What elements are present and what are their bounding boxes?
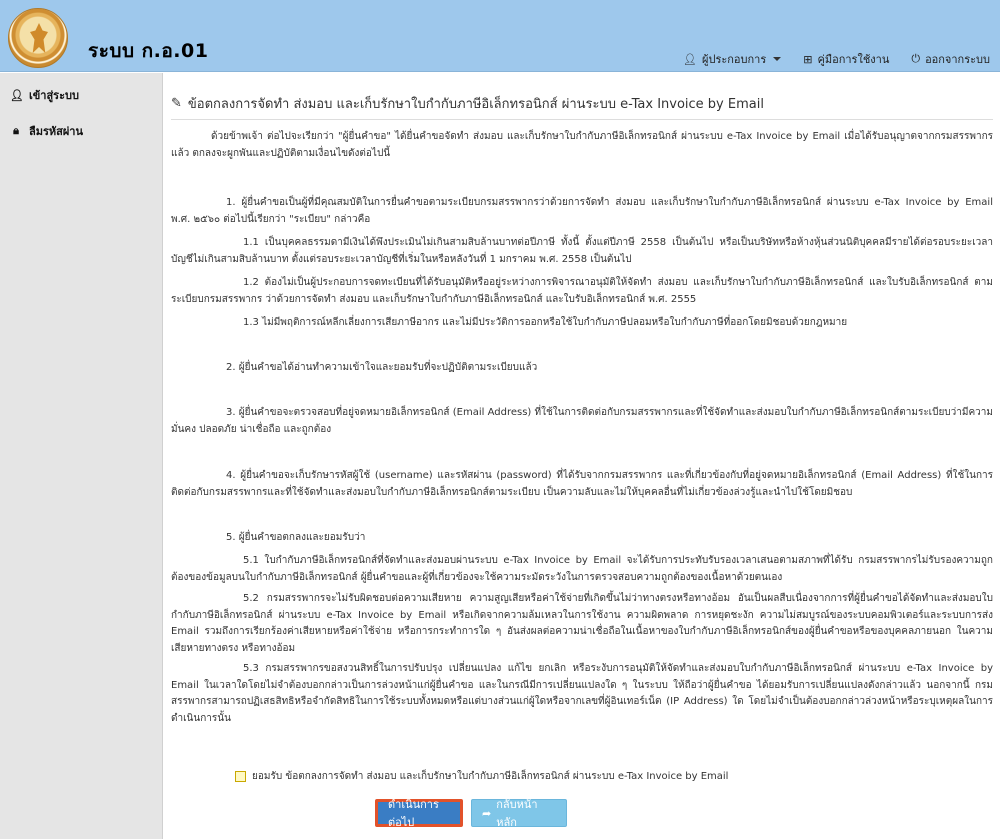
terms-paragraph-5-1: 5.1 ใบกำกับภาษีอิเล็กทรอนิกส์ที่จัดทำและ… (171, 555, 993, 583)
terms-paragraph-5-3: 5.3 กรมสรรพากรขอสงวนสิทธิ์ในการปรับปรุง … (171, 663, 993, 724)
sidebar-item-forgot-password[interactable]: 🔒︎ ลืมรหัสผ่าน (0, 113, 162, 149)
main-content: ✎ ข้อตกลงการจัดทำ ส่งมอบ และเก็บรักษาใบก… (163, 73, 1000, 839)
lock-icon: 🔒︎ (13, 124, 19, 137)
back-to-home-button[interactable]: ➦ กลับหน้าหลัก (471, 798, 567, 829)
header-nav: 👤︎ ผู้ประกอบการ ⊞ คู่มือการใช้งาน ⏻ ออกจ… (683, 50, 990, 68)
manual-link[interactable]: ⊞ คู่มือการใช้งาน (803, 50, 889, 68)
logout-link[interactable]: ⏻ ออกจากระบบ (911, 50, 990, 68)
revenue-department-logo (8, 8, 68, 68)
plus-square-icon: ⊞ (803, 52, 813, 66)
terms-paragraph-intro: ด้วยข้าพเจ้า ต่อไปจะเรียกว่า "ผู้ยื่นคำข… (171, 131, 993, 159)
continue-button[interactable]: ดำเนินการต่อไป (375, 798, 463, 829)
accept-terms-row: ยอมรับ ข้อตกลงการจัดทำ ส่งมอบ และเก็บรัก… (235, 769, 728, 784)
continue-button-label: ดำเนินการต่อไป (388, 798, 439, 829)
page-title: ✎ ข้อตกลงการจัดทำ ส่งมอบ และเก็บรักษาใบก… (171, 93, 764, 114)
user-icon: 👤︎ (10, 88, 24, 102)
terms-paragraph-5-2: 5.2 กรมสรรพากรจะไม่รับผิดชอบต่อความเสียห… (171, 593, 993, 654)
logout-link-label: ออกจากระบบ (925, 53, 990, 66)
app-title: ระบบ ก.อ.01 (88, 40, 209, 62)
terms-paragraph-1-2: 1.2 ต้องไม่เป็นผู้ประกอบการจดทะเบียนที่ไ… (171, 277, 993, 305)
terms-paragraph-2: 2. ผู้ยื่นคำขอได้อ่านทำความเข้าใจและยอมร… (226, 362, 538, 373)
sidebar-item-label: เข้าสู่ระบบ (29, 89, 79, 102)
caret-down-icon (773, 57, 782, 61)
terms-paragraph-5: 5. ผู้ยื่นคำขอตกลงและยอมรับว่า (226, 532, 366, 543)
terms-paragraph-4: 4. ผู้ยื่นคำขอจะเก็บรักษารหัสผู้ใช้ (use… (171, 470, 993, 498)
terms-paragraph-1: 1. ผู้ยื่นคำขอเป็นผู้ที่มีคุณสมบัติในการ… (171, 197, 993, 225)
terms-paragraph-1-3: 1.3 ไม่มีพฤติการณ์หลีกเลี่ยงการเสียภาษีอ… (243, 317, 848, 328)
page-title-text: ข้อตกลงการจัดทำ ส่งมอบ และเก็บรักษาใบกำก… (187, 97, 764, 112)
sidebar: 👤︎ เข้าสู่ระบบ 🔒︎ ลืมรหัสผ่าน (0, 73, 163, 839)
terms-paragraph-3: 3. ผู้ยื่นคำขอจะตรวจสอบที่อยู่จดหมายอิเล… (171, 407, 993, 435)
back-to-home-label: กลับหน้าหลัก (496, 798, 538, 829)
power-icon: ⏻ (911, 52, 921, 65)
edit-icon: ✎ (171, 96, 182, 111)
operator-menu-label: ผู้ประกอบการ (702, 53, 767, 66)
terms-paragraph-1-1: 1.1 เป็นบุคคลธรรมดามีเงินได้พึงประเมินไม… (171, 237, 993, 265)
sidebar-item-label: ลืมรหัสผ่าน (29, 125, 84, 138)
user-icon: 👤︎ (683, 52, 698, 66)
share-arrow-icon: ➦ (482, 806, 492, 820)
operator-menu[interactable]: 👤︎ ผู้ประกอบการ (683, 50, 782, 68)
accept-terms-label: ยอมรับ ข้อตกลงการจัดทำ ส่งมอบ และเก็บรัก… (252, 771, 729, 782)
sidebar-item-login[interactable]: 👤︎ เข้าสู่ระบบ (0, 77, 162, 113)
title-divider (171, 119, 993, 120)
app-header: ระบบ ก.อ.01 👤︎ ผู้ประกอบการ ⊞ คู่มือการใ… (0, 0, 1000, 72)
accept-terms-checkbox[interactable] (235, 771, 246, 782)
manual-link-label: คู่มือการใช้งาน (817, 53, 890, 66)
